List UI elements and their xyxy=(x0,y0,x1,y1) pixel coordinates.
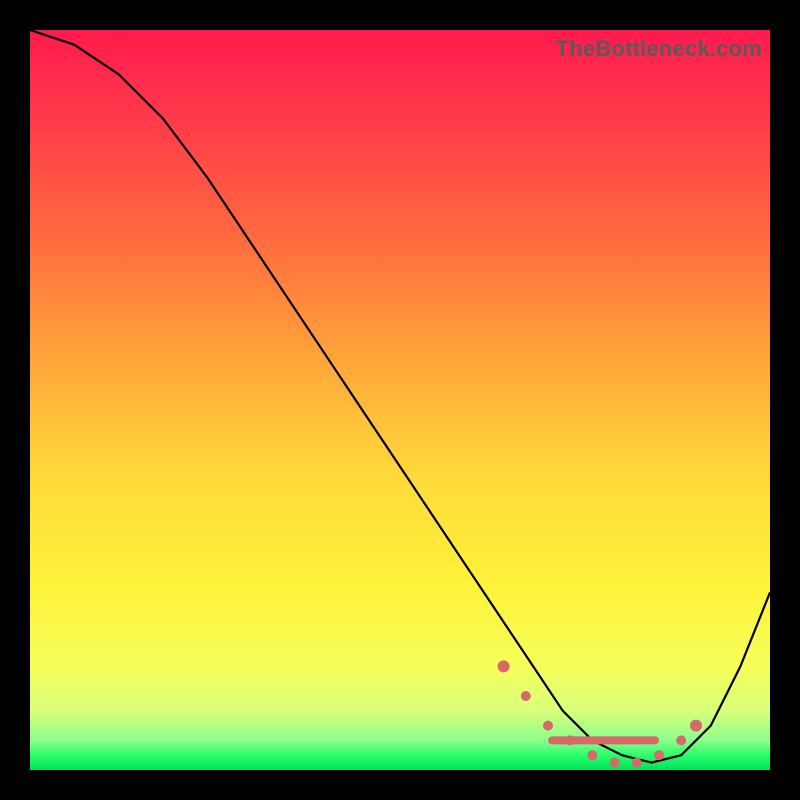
curve-path xyxy=(30,30,770,763)
marker-dot xyxy=(498,660,510,672)
marker-dot xyxy=(676,735,686,745)
plot-area: TheBottleneck.com xyxy=(30,30,770,770)
marker-dot xyxy=(654,750,664,760)
marker-dot xyxy=(565,735,575,745)
marker-dot xyxy=(521,691,531,701)
marker-pill xyxy=(548,736,659,744)
marker-dot xyxy=(690,720,702,732)
marker-dot xyxy=(610,758,620,768)
marker-dot xyxy=(587,750,597,760)
marker-dot xyxy=(543,721,553,731)
highlight-markers xyxy=(498,660,702,767)
bottleneck-curve xyxy=(30,30,770,770)
marker-dot xyxy=(632,758,642,768)
